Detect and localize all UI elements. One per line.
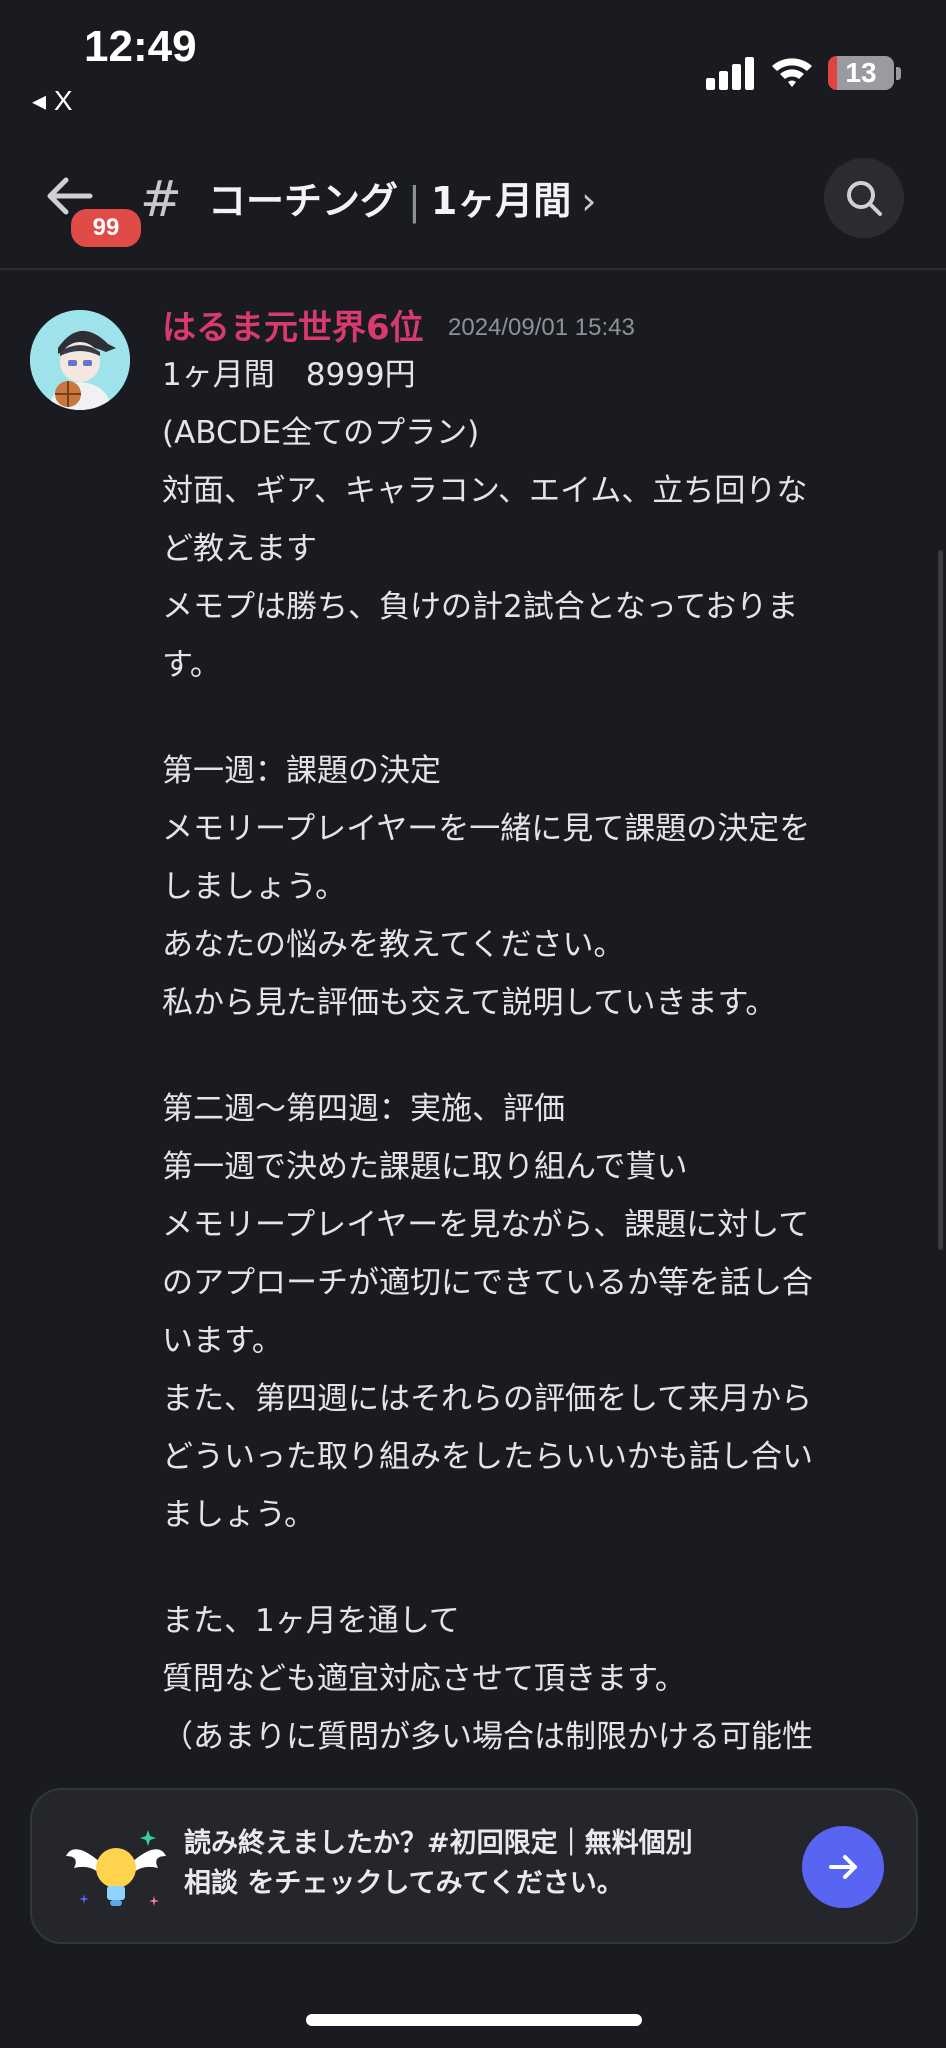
read-prompt-text: 読み終えましたか？#初回限定｜無料個別 相談 をチェックしてみてください。	[184, 1824, 784, 1904]
message-line: います。	[162, 1323, 283, 1359]
hash-icon: #	[140, 170, 182, 228]
read-prompt-card[interactable]: 読み終えましたか？#初回限定｜無料個別 相談 をチェックしてみてください。	[30, 1788, 918, 1944]
message-line: す。	[162, 647, 221, 683]
unread-badge: 99	[68, 206, 144, 250]
chevron-right-icon: ›	[581, 179, 597, 223]
message-line: メモリープレイヤーを一緒に見て課題の決定を	[162, 811, 811, 847]
title-separator: |	[408, 179, 421, 223]
wifi-icon	[772, 58, 812, 87]
message-line: メモプは勝ち、負けの計2試合となっておりま	[162, 589, 799, 625]
message-line: ましょう。	[162, 1497, 316, 1533]
read-prompt-line2: 相談 をチェックしてみてください。	[184, 1868, 624, 1899]
message-author[interactable]: はるま元世界6位	[162, 300, 424, 349]
channel-header: 99 # コーチング | 1ヶ月間 ›	[0, 140, 946, 270]
signal-icon	[706, 56, 756, 90]
channel-name: コーチング	[208, 179, 399, 223]
message-line: あなたの悩みを教えてください。	[162, 927, 625, 963]
message-line: 私から見た評価も交えて説明していきます。	[162, 985, 777, 1021]
message-line: 第一週：課題の決定	[162, 753, 441, 789]
message-line: ど教えます	[162, 531, 317, 567]
channel-subname: 1ヶ月間	[430, 179, 572, 223]
lightbulb-wings-icon	[66, 1830, 166, 1906]
message-line: （あまりに質問が多い場合は制限かける可能性	[162, 1719, 813, 1755]
channel-title[interactable]: コーチング | 1ヶ月間 ›	[208, 170, 596, 225]
message-line: のアプローチが適切にできているか等を話し合	[162, 1265, 813, 1301]
read-prompt-line1: 読み終えましたか？#初回限定｜無料個別	[184, 1828, 693, 1859]
arrow-right-icon	[829, 1855, 857, 1879]
status-time: 12:49	[84, 22, 197, 71]
message-content: 1ヶ月間 8999円 (ABCDE全てのプラン) 対面、ギア、キャラコン、エイム、立…	[162, 346, 922, 1786]
message-line: どういった取り組みをしたらいいかも話し合い	[162, 1439, 813, 1475]
avatar[interactable]	[30, 310, 130, 410]
message-timestamp: 2024/09/01 15:43	[448, 314, 635, 341]
message-line: しましょう。	[162, 869, 347, 905]
message-line: 質問なども適宜対応させて頂きます。	[162, 1661, 686, 1697]
message-line: メモリープレイヤーを見ながら、課題に対して	[162, 1207, 810, 1243]
battery-cap	[896, 67, 901, 80]
battery-icon: 13	[828, 56, 894, 90]
message-line: 対面、ギア、キャラコン、エイム、立ち回りな	[162, 473, 808, 509]
status-bar: 12:49 ◂ X 13	[0, 0, 946, 120]
message-line: 1ヶ月間 8999円	[162, 357, 416, 393]
home-indicator[interactable]	[306, 2014, 642, 2026]
back-to-app-link[interactable]: ◂ X	[32, 84, 73, 117]
message-line: 第一週で決めた課題に取り組んで貰い	[162, 1149, 688, 1185]
message-line: また、1ヶ月を通して	[162, 1603, 460, 1639]
message-line: 第二週〜第四週：実施、評価	[162, 1091, 565, 1127]
search-button[interactable]	[824, 158, 904, 238]
search-icon	[847, 181, 882, 216]
avatar-illustration	[30, 310, 130, 410]
message-line: また、第四週にはそれらの評価をして来月から	[162, 1381, 813, 1417]
go-button[interactable]	[802, 1826, 884, 1908]
message-line: (ABCDE全てのプラン)	[162, 415, 480, 451]
battery-level: 13	[845, 57, 877, 88]
scrollbar[interactable]	[938, 550, 943, 1250]
